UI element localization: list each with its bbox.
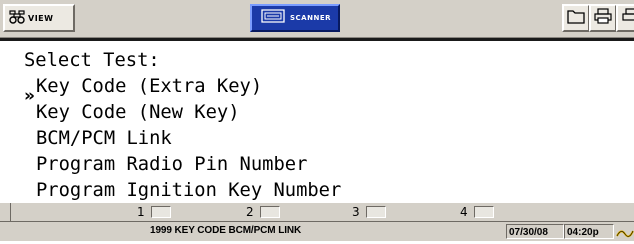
- status-bar: 1999 KEY CODE BCM/PCM LINK 07/30/08 04:2…: [0, 222, 634, 241]
- function-key-strip: 1 2 3 4: [0, 202, 634, 222]
- folder-icon: [567, 8, 585, 28]
- function-key-box: [473, 206, 494, 218]
- status-time: 04:20p: [564, 224, 614, 239]
- binoculars-icon: [9, 9, 25, 28]
- selection-pointer-icon: »: [24, 86, 35, 106]
- strip-edge: [0, 203, 11, 221]
- scanner-screen: Select Test: » Key Code (Extra Key) Key …: [0, 38, 634, 202]
- function-key-1[interactable]: 1: [137, 204, 171, 220]
- view-button[interactable]: VIEW: [3, 4, 75, 32]
- folder-button[interactable]: [562, 4, 590, 32]
- printer-icon: [622, 8, 634, 28]
- function-key-label: 3: [352, 205, 360, 219]
- status-text: 1999 KEY CODE BCM/PCM LINK: [150, 225, 302, 236]
- status-date: 07/30/08: [506, 224, 564, 239]
- function-key-box: [259, 206, 280, 218]
- scanner-icon: [259, 8, 287, 28]
- toolbar: VIEW SCANNER: [0, 0, 634, 38]
- function-key-box: [365, 206, 386, 218]
- menu-item-program-radio-pin[interactable]: Program Radio Pin Number: [36, 154, 307, 176]
- menu-item-key-code-new[interactable]: Key Code (New Key): [36, 102, 240, 124]
- function-key-label: 2: [246, 205, 254, 219]
- scanner-label: SCANNER: [290, 14, 331, 22]
- view-label: VIEW: [28, 13, 54, 23]
- function-key-box: [150, 206, 171, 218]
- scanner-button[interactable]: SCANNER: [250, 4, 340, 32]
- function-key-4[interactable]: 4: [460, 204, 494, 220]
- printer-icon: [594, 8, 612, 28]
- menu-item-program-ignition-key[interactable]: Program Ignition Key Number: [36, 180, 341, 202]
- function-key-3[interactable]: 3: [352, 204, 386, 220]
- screen-heading: Select Test:: [24, 50, 160, 71]
- function-key-2[interactable]: 2: [246, 204, 280, 220]
- print-button[interactable]: [589, 4, 617, 32]
- menu-item-key-code-extra[interactable]: Key Code (Extra Key): [36, 76, 262, 98]
- print-setup-button[interactable]: [616, 4, 634, 32]
- menu-item-bcm-pcm-link[interactable]: BCM/PCM Link: [36, 128, 172, 150]
- function-key-label: 1: [137, 205, 145, 219]
- function-key-label: 4: [460, 205, 468, 219]
- signal-icon: [616, 225, 634, 244]
